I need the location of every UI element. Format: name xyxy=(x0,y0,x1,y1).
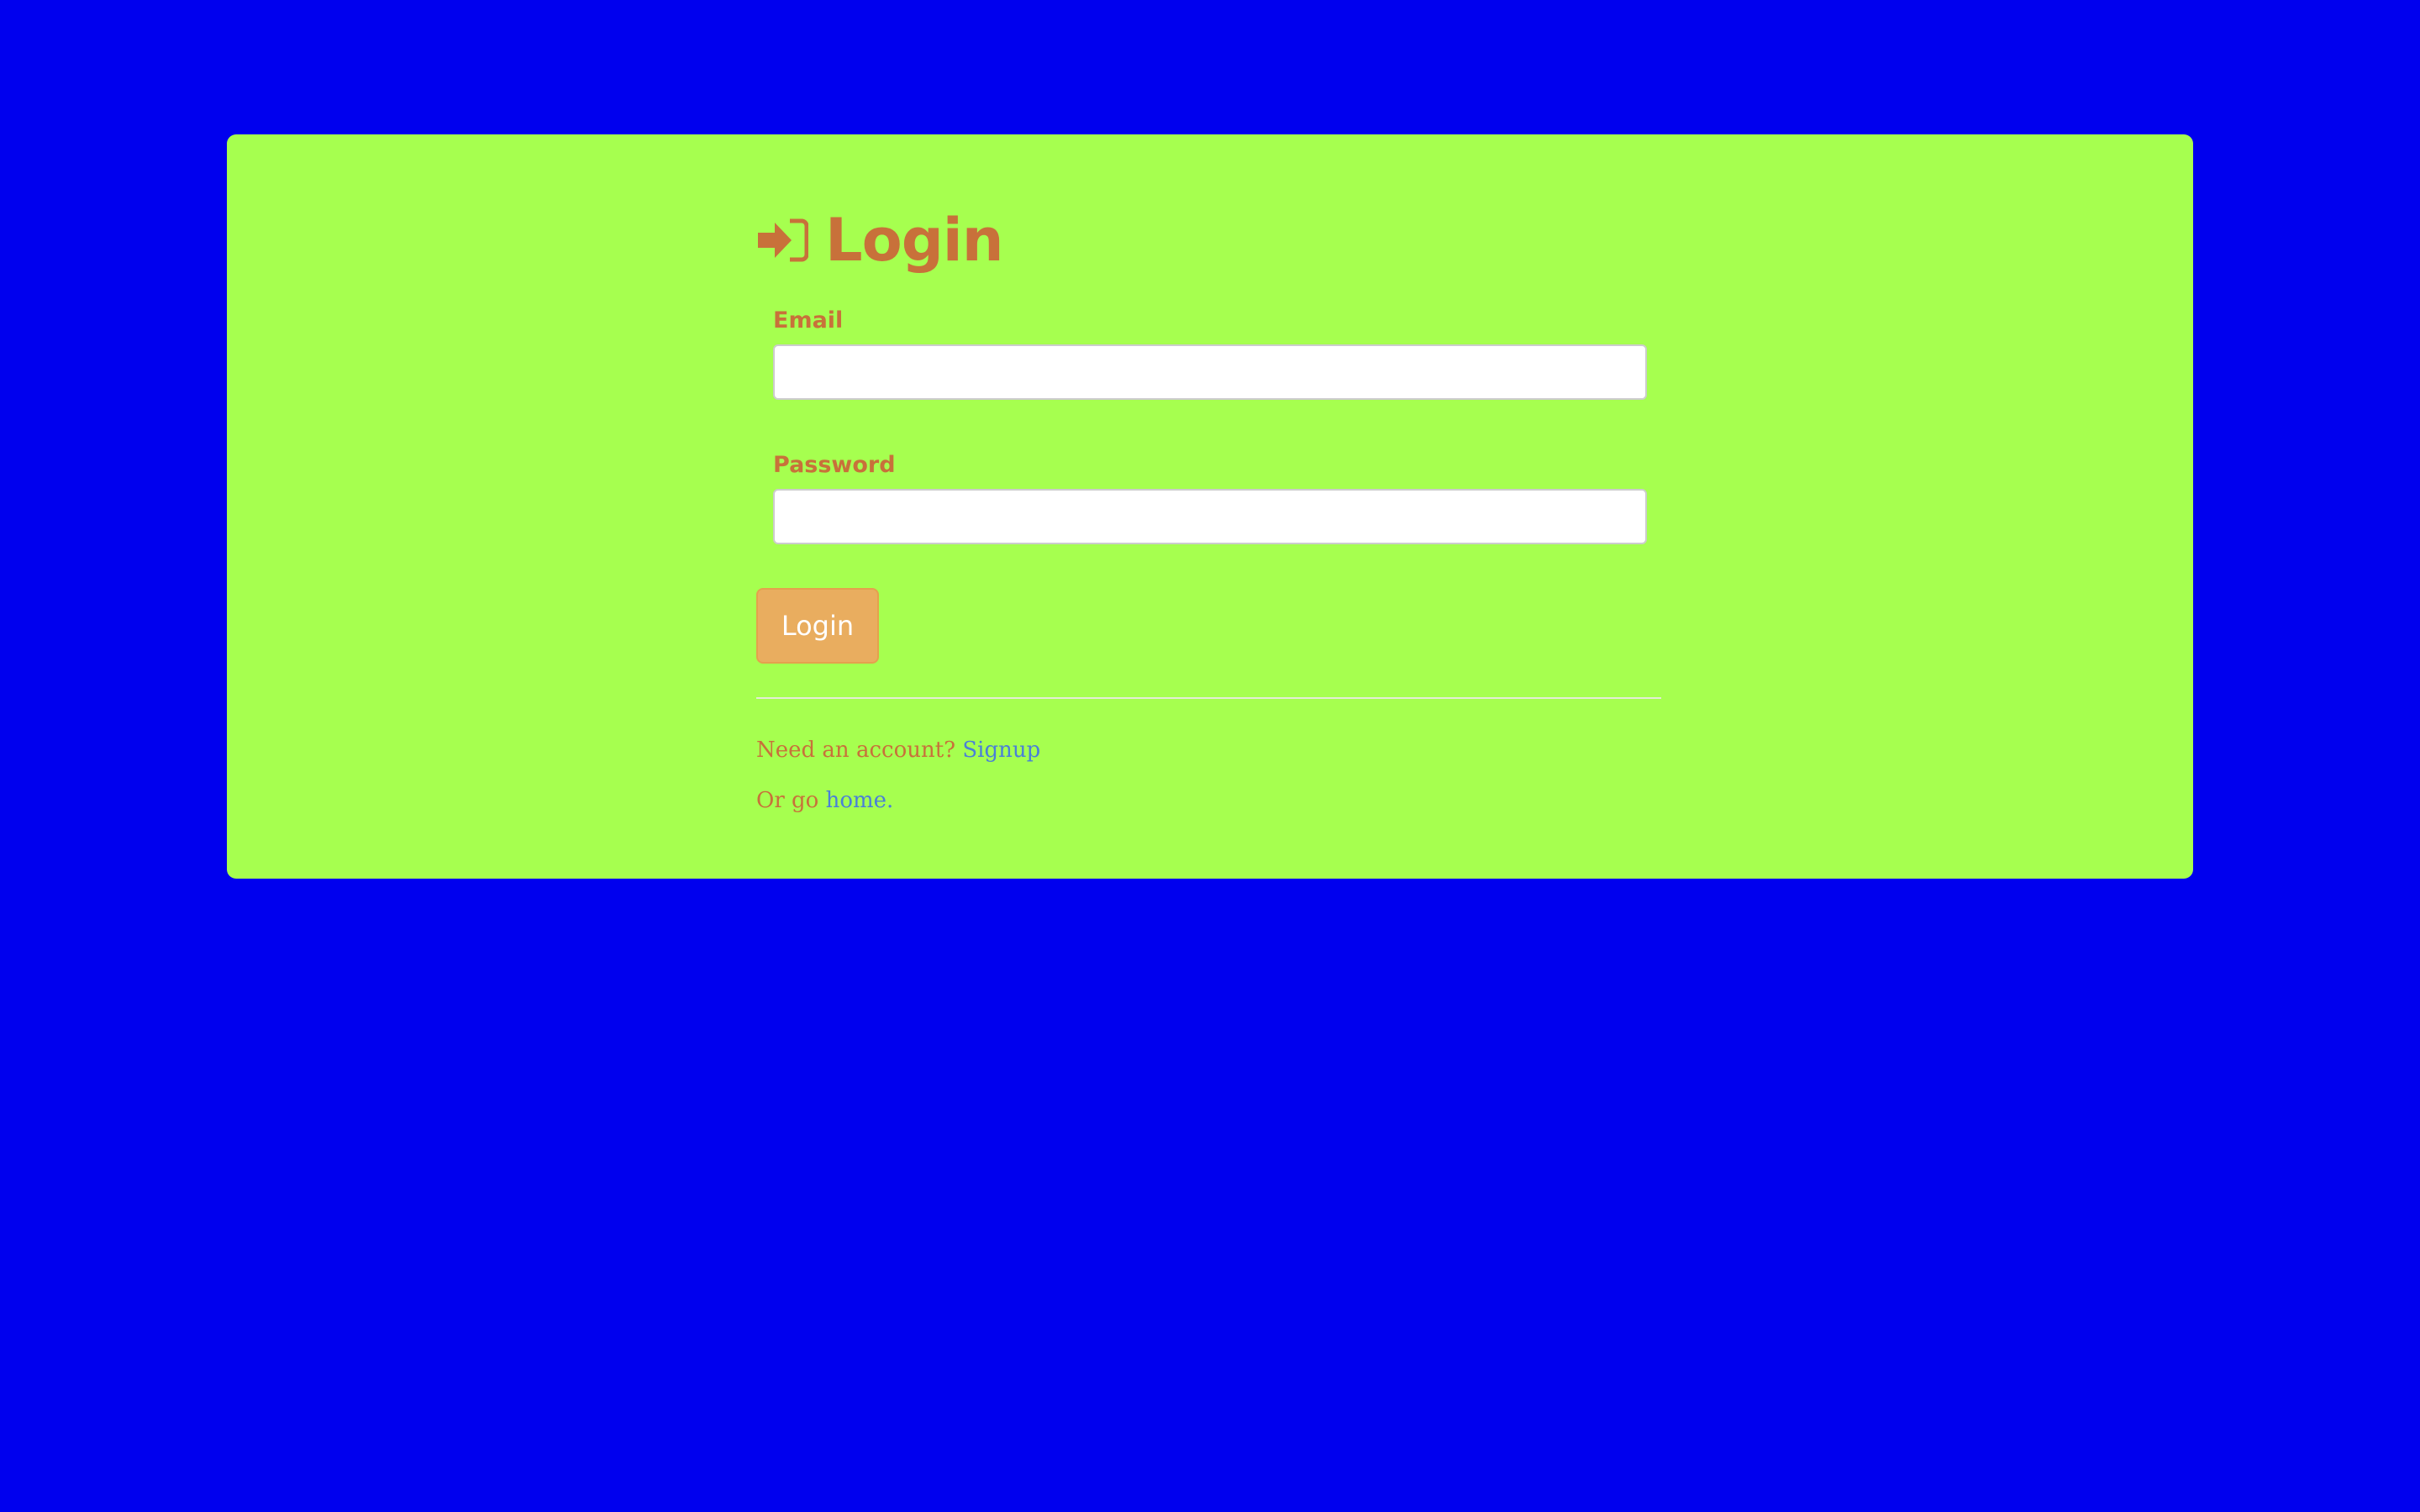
password-label: Password xyxy=(773,452,896,478)
divider xyxy=(756,697,1661,699)
email-group: Email xyxy=(773,304,1647,400)
page-title-text: Login xyxy=(825,206,1004,275)
password-group: Password xyxy=(773,449,1647,544)
password-input[interactable] xyxy=(773,489,1647,544)
home-prompt: Or go xyxy=(756,788,819,813)
login-button[interactable]: Login xyxy=(756,588,879,664)
home-line: Or go home. xyxy=(756,786,1661,815)
signup-prompt: Need an account? xyxy=(756,738,956,763)
signup-line: Need an account? Signup xyxy=(756,736,1661,764)
email-input[interactable] xyxy=(773,344,1647,400)
email-label: Email xyxy=(773,307,844,333)
page-title: Login xyxy=(756,202,1661,279)
signup-link[interactable]: Signup xyxy=(962,738,1040,763)
sign-in-icon xyxy=(758,218,808,262)
login-form-container: Login Email Password Login Need an accou… xyxy=(756,202,1661,815)
home-link[interactable]: home. xyxy=(826,788,894,813)
login-panel: Login Email Password Login Need an accou… xyxy=(227,134,2193,879)
